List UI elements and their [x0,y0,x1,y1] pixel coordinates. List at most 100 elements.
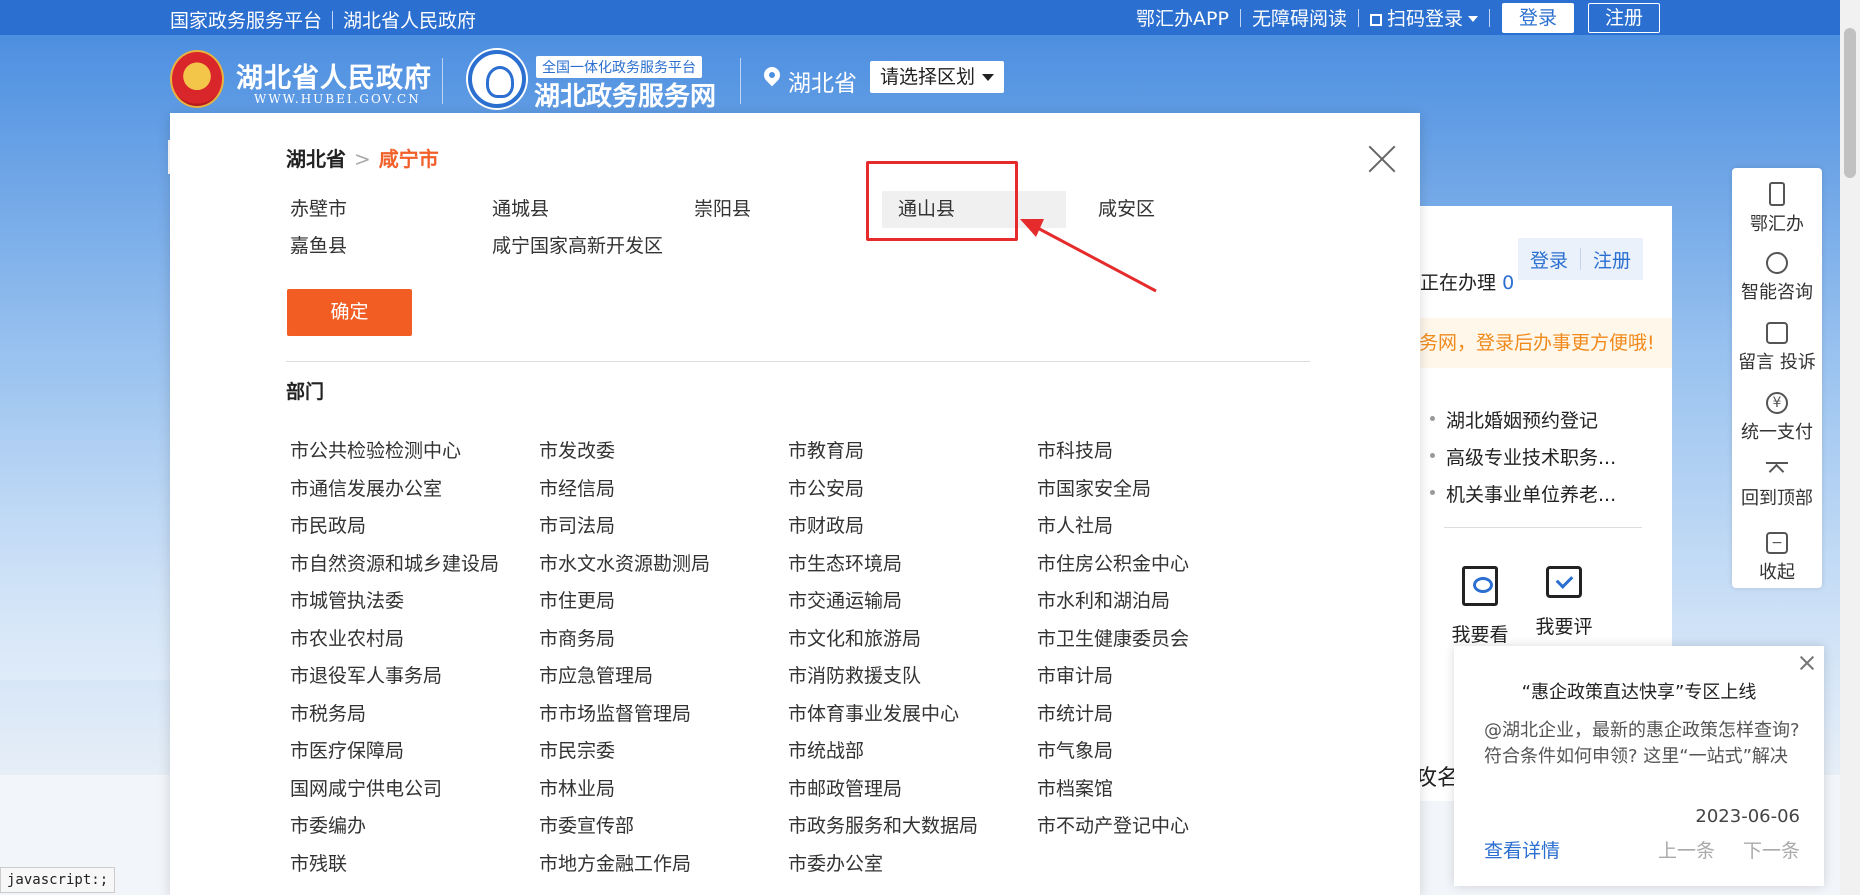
login-hint: 务网，登录后办事更方便哦! [1400,318,1672,368]
department-item[interactable]: 市科技局 [1037,433,1286,471]
department-item[interactable]: 市民政局 [290,508,539,546]
department-item[interactable]: 市审计局 [1037,658,1286,696]
department-item[interactable]: 市卫生健康委员会 [1037,621,1286,659]
department-item[interactable]: 市应急管理局 [539,658,788,696]
notice-close-icon[interactable] [1800,656,1814,670]
department-item[interactable]: 市司法局 [539,508,788,546]
hot-services-list: 湖北婚姻预约登记 高级专业技术职务... 机关事业单位养老... [1429,406,1616,517]
department-item[interactable]: 市农业农村局 [290,621,539,659]
department-item[interactable]: 市水文水资源勘测局 [539,546,788,584]
page-scrollbar[interactable] [1840,0,1860,895]
gov-link[interactable]: 湖北省人民政府 [343,6,476,33]
district-item[interactable]: 崇阳县 [690,191,892,228]
panel-register-link[interactable]: 注册 [1581,246,1643,273]
department-item[interactable]: 市统计局 [1037,696,1286,734]
float-collapse-button[interactable]: − 收起 [1732,518,1822,588]
in-progress-status[interactable]: 正在办理 0 [1420,268,1514,295]
notice-detail-link[interactable]: 查看详情 [1484,836,1560,863]
float-message-button[interactable]: 留言 投诉 [1732,308,1822,378]
department-item[interactable]: 市城管执法委 [290,583,539,621]
panel-login-link[interactable]: 登录 [1518,246,1580,273]
department-item[interactable]: 市发改委 [539,433,788,471]
department-item[interactable]: 市医疗保障局 [290,733,539,771]
divider [1444,527,1642,528]
crumb-city[interactable]: 咸宁市 [379,147,439,171]
login-button[interactable]: 登录 [1502,2,1574,33]
close-icon[interactable] [1366,143,1398,175]
department-item[interactable]: 市委编办 [290,808,539,846]
department-item[interactable]: 市财政局 [788,508,1037,546]
caret-down-icon [982,74,994,81]
app-link[interactable]: 鄂汇办APP [1125,4,1240,31]
divider [286,361,1310,362]
notice-next-link[interactable]: 下一条 [1743,836,1800,863]
float-top-button[interactable]: 回到顶部 [1732,448,1822,518]
crumb-province[interactable]: 湖北省 [286,147,346,171]
crumb-separator: > [354,147,371,171]
department-item[interactable]: 市人社局 [1037,508,1286,546]
department-item[interactable]: 市交通运输局 [788,583,1037,621]
department-item[interactable]: 市市场监督管理局 [539,696,788,734]
yuan-icon: ¥ [1766,392,1788,414]
department-item[interactable]: 市住房公积金中心 [1037,546,1286,584]
department-item[interactable]: 市残联 [290,846,539,884]
department-item[interactable]: 市体育事业发展中心 [788,696,1037,734]
department-item[interactable]: 市文化和旅游局 [788,621,1037,659]
department-item[interactable]: 市自然资源和城乡建设局 [290,546,539,584]
department-item[interactable]: 市林业局 [539,771,788,809]
department-item[interactable]: 市气象局 [1037,733,1286,771]
department-item[interactable]: 市公安局 [788,471,1037,509]
service-logo-icon [468,50,526,108]
department-item[interactable]: 市地方金融工作局 [539,846,788,884]
department-item[interactable]: 市生态环境局 [788,546,1037,584]
scan-login-link[interactable]: 扫码登录 [1359,4,1489,31]
department-item[interactable]: 市政务服务和大数据局 [788,808,1037,846]
department-item[interactable]: 市水利和湖泊局 [1037,583,1286,621]
district-item[interactable]: 嘉鱼县 [286,228,488,265]
register-button[interactable]: 注册 [1588,2,1660,33]
department-item[interactable]: 市商务局 [539,621,788,659]
scrollbar-thumb[interactable] [1844,28,1856,178]
accessible-link[interactable]: 无障碍阅读 [1241,4,1358,31]
department-item[interactable]: 市统战部 [788,733,1037,771]
notice-prev-link[interactable]: 上一条 [1658,836,1715,863]
region-select[interactable]: 请选择区划 [870,61,1004,93]
department-item[interactable]: 市委宣传部 [539,808,788,846]
department-item[interactable]: 市邮政管理局 [788,771,1037,809]
department-item[interactable]: 市退役军人事务局 [290,658,539,696]
service-site-name[interactable]: 湖北政务服务网 [534,76,716,113]
list-item[interactable]: 高级专业技术职务... [1429,443,1616,480]
scan-login-label: 扫码登录 [1386,8,1463,30]
platform-link[interactable]: 国家政务服务平台 [170,6,322,33]
float-pay-button[interactable]: ¥ 统一支付 [1732,378,1822,448]
i-want-to-view-button[interactable]: 我要看 [1440,566,1520,647]
department-item[interactable]: 市公共检验检测中心 [290,433,539,471]
list-item[interactable]: 机关事业单位养老... [1429,480,1616,517]
department-item[interactable]: 市国家安全局 [1037,471,1286,509]
float-consult-button[interactable]: 智能咨询 [1732,238,1822,308]
district-item[interactable]: 通城县 [488,191,690,228]
gov-site-name[interactable]: 湖北省人民政府 [236,56,432,95]
float-label: 留言 投诉 [1738,352,1816,373]
district-item[interactable]: 赤壁市 [286,191,488,228]
list-item[interactable]: 湖北婚姻预约登记 [1429,406,1616,443]
float-app-button[interactable]: 鄂汇办 [1732,168,1822,238]
action-label: 我要看 [1451,624,1509,646]
department-item[interactable]: 市税务局 [290,696,539,734]
department-item[interactable]: 市通信发展办公室 [290,471,539,509]
department-item[interactable]: 市民宗委 [539,733,788,771]
department-item[interactable]: 市住更局 [539,583,788,621]
department-item[interactable]: 市委办公室 [788,846,1037,884]
i-want-to-rate-button[interactable]: 我要评 [1524,566,1604,639]
department-item[interactable]: 市不动产登记中心 [1037,808,1286,846]
department-item[interactable]: 市档案馆 [1037,771,1286,809]
header-divider [442,58,443,104]
confirm-button[interactable]: 确定 [287,289,412,336]
annotation-arrow-icon [1020,219,1157,293]
department-item[interactable]: 市消防救援支队 [788,658,1037,696]
department-item[interactable]: 市经信局 [539,471,788,509]
department-item[interactable]: 市教育局 [788,433,1037,471]
department-list: 市公共检验检测中心 市发改委 市教育局 市科技局市通信发展办公室 市经信局 市公安局 市国家… [290,433,1290,883]
district-item[interactable]: 咸宁国家高新开发区 [488,228,690,265]
department-item[interactable]: 国网咸宁供电公司 [290,771,539,809]
